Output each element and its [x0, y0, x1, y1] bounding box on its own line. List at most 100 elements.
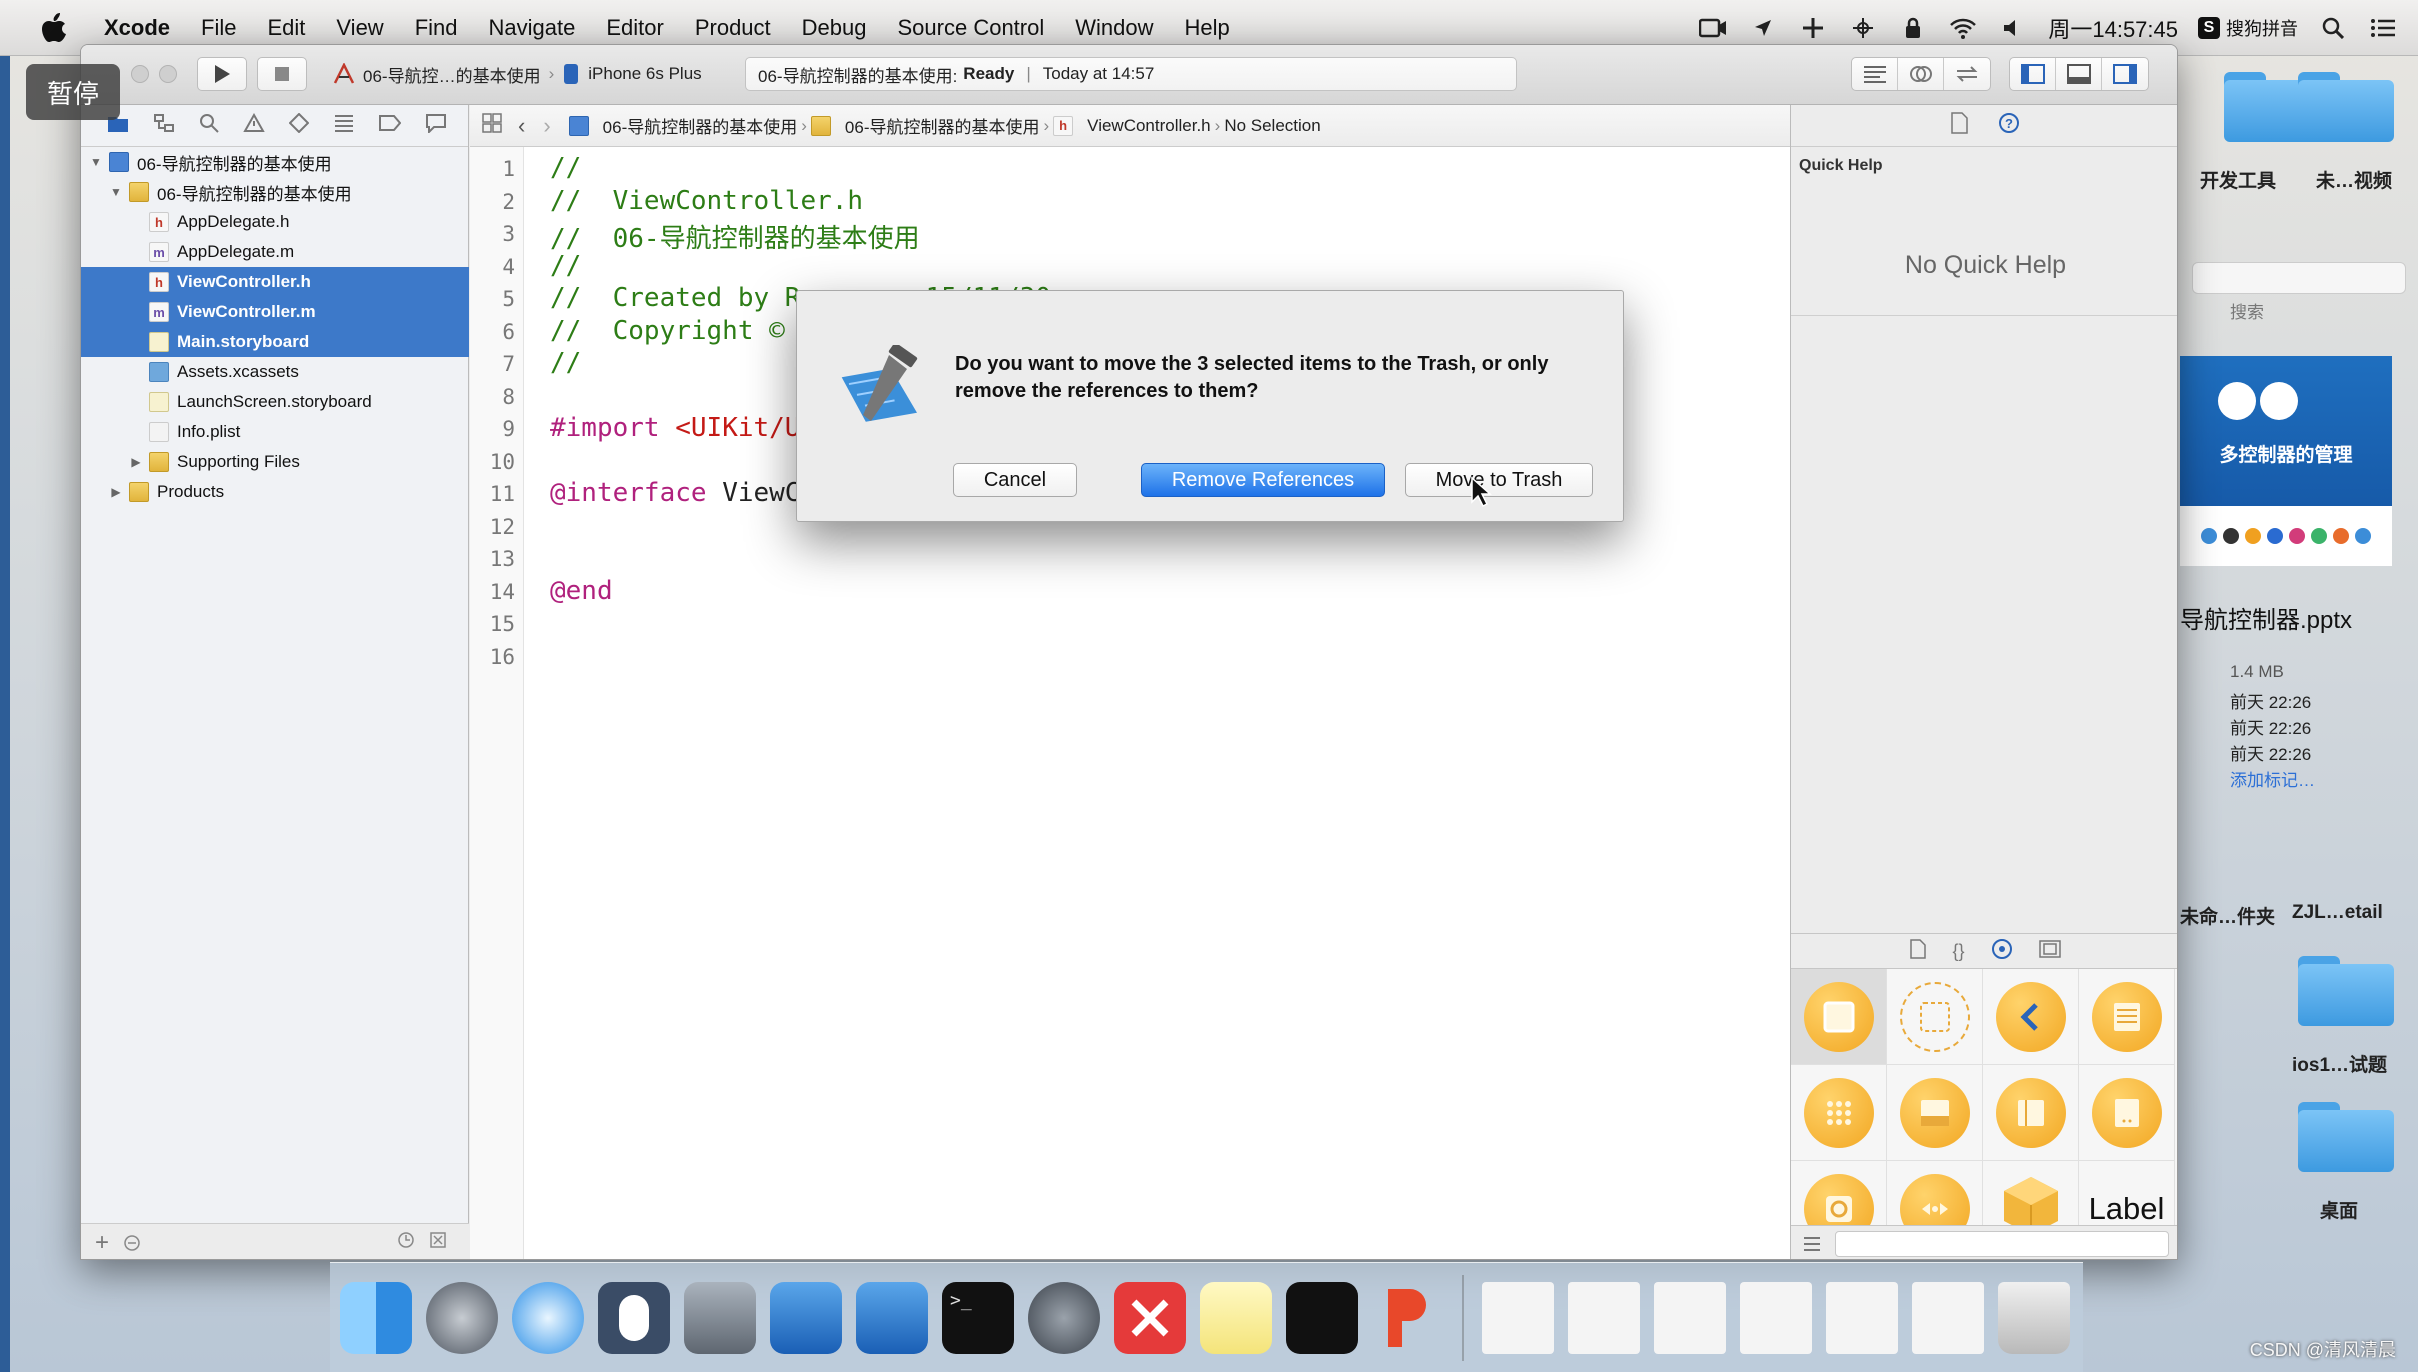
remove-references-button[interactable]: Remove References [1141, 463, 1385, 497]
breakpoint-icon[interactable] [379, 114, 402, 137]
wifi-icon[interactable] [1948, 13, 1978, 43]
desktop-item-video[interactable]: 未…视频 [2316, 166, 2392, 193]
debug-nav-icon[interactable] [333, 113, 355, 138]
version-editor-icon[interactable] [1944, 58, 1990, 90]
library-filter-field[interactable] [1835, 1231, 2169, 1257]
scm-filter-icon[interactable] [429, 1231, 447, 1254]
menu-source-control[interactable]: Source Control [898, 15, 1045, 41]
desktop-item-dev-tools[interactable]: 开发工具 [2200, 166, 2276, 193]
system-preferences-icon[interactable] [1028, 1281, 1100, 1354]
forward-arrow-icon[interactable]: › [543, 113, 550, 139]
menu-window[interactable]: Window [1075, 15, 1153, 41]
library-item-table-view-controller[interactable] [2079, 969, 2175, 1065]
minimized-window-icon[interactable] [1826, 1281, 1898, 1354]
add-tags-link[interactable]: 添加标记… [2230, 766, 2315, 791]
filter-field[interactable] [123, 1231, 383, 1255]
back-arrow-icon[interactable]: ‹ [518, 113, 525, 139]
menu-file[interactable]: File [201, 15, 236, 41]
disclosure-icon[interactable]: ▼ [109, 185, 123, 199]
run-button[interactable] [197, 57, 247, 91]
launchpad-icon[interactable] [426, 1281, 498, 1354]
trash-icon[interactable] [1998, 1281, 2070, 1354]
scheme-selector[interactable]: 06-导航控…的基本使用 › iPhone 6s Plus [333, 57, 702, 91]
tree-row-file[interactable]: m AppDelegate.m [81, 237, 469, 267]
object-library-icon[interactable] [1991, 938, 2013, 965]
library-item-navigation-controller[interactable] [1983, 969, 2079, 1065]
related-items-icon[interactable] [482, 113, 502, 138]
tree-row-file[interactable]: h AppDelegate.h [81, 207, 469, 237]
symbol-nav-icon[interactable] [153, 113, 175, 138]
folder-icon[interactable] [2298, 72, 2394, 142]
tree-row-group[interactable]: ▶ Products [81, 477, 469, 507]
grid-view-icon[interactable] [1803, 1235, 1821, 1258]
menu-xcode[interactable]: Xcode [104, 15, 170, 41]
navigator-toggle-icon[interactable] [2010, 58, 2056, 90]
menu-view[interactable]: View [336, 15, 383, 41]
clock[interactable]: 周一14:57:45 [2048, 12, 2178, 44]
library-item-collection-view-controller[interactable] [1791, 1065, 1887, 1161]
menu-product[interactable]: Product [695, 15, 771, 41]
desktop-item-desktop[interactable]: 桌面 [2320, 1196, 2358, 1223]
volume-icon[interactable] [1998, 13, 2028, 43]
debug-toggle-icon[interactable] [2056, 58, 2102, 90]
close-button[interactable] [131, 65, 149, 83]
add-icon[interactable]: + [95, 1229, 109, 1257]
report-icon[interactable] [425, 113, 447, 138]
menu-edit[interactable]: Edit [267, 15, 305, 41]
instruments-icon[interactable] [856, 1281, 928, 1354]
media-library-icon[interactable] [2038, 939, 2061, 963]
tree-row-group[interactable]: ▶ Supporting Files [81, 447, 469, 477]
xmind-icon[interactable] [1114, 1281, 1186, 1354]
recent-files-icon[interactable] [397, 1231, 415, 1254]
notes-icon[interactable] [1200, 1281, 1272, 1354]
desktop-item-ios-tests[interactable]: ios1…试题 [2292, 1050, 2387, 1077]
cancel-button[interactable]: Cancel [953, 463, 1077, 497]
apple-icon[interactable] [34, 8, 74, 48]
minimized-window-icon[interactable] [1482, 1281, 1554, 1354]
tree-row-group[interactable]: ▼ 06-导航控制器的基本使用 [81, 177, 469, 207]
desktop-item-zjl[interactable]: ZJL…etail [2292, 902, 2383, 924]
disclosure-icon[interactable]: ▶ [109, 485, 123, 499]
notification-center-icon[interactable] [2368, 13, 2398, 43]
minimize-button[interactable] [159, 65, 177, 83]
code-snippet-icon[interactable]: {} [1952, 941, 1964, 962]
breadcrumb-selection[interactable]: No Selection [1224, 116, 1320, 136]
move-to-trash-button[interactable]: Move to Trash [1405, 463, 1593, 497]
minimized-window-icon[interactable] [1740, 1281, 1812, 1354]
library-item-page-view-controller[interactable] [2079, 1065, 2175, 1161]
library-item-view-controller[interactable] [1791, 969, 1887, 1065]
tree-row-project[interactable]: ▼ 06-导航控制器的基本使用 [81, 147, 469, 177]
tree-row-file[interactable]: Assets.xcassets [81, 357, 469, 387]
exec-console-icon[interactable] [1286, 1281, 1358, 1354]
library-item-storyboard-reference[interactable] [1887, 969, 1983, 1065]
minimized-window-icon[interactable] [1568, 1281, 1640, 1354]
menu-debug[interactable]: Debug [802, 15, 867, 41]
spotlight-search-icon[interactable] [2318, 13, 2348, 43]
disclosure-icon[interactable]: ▼ [89, 155, 103, 169]
plus-move-icon[interactable] [1798, 13, 1828, 43]
screen-record-icon[interactable] [1698, 13, 1728, 43]
folder-icon[interactable] [2298, 956, 2394, 1026]
stop-button[interactable] [257, 57, 307, 91]
standard-editor-icon[interactable] [1852, 58, 1898, 90]
mouse-app-icon[interactable] [598, 1281, 670, 1354]
folder-icon[interactable] [2298, 1102, 2394, 1172]
menu-find[interactable]: Find [415, 15, 458, 41]
input-method[interactable]: S 搜狗拼音 [2198, 15, 2298, 41]
minimized-window-icon[interactable] [1654, 1281, 1726, 1354]
terminal-icon[interactable]: >_ [942, 1281, 1014, 1354]
quick-help-icon[interactable]: ? [1998, 112, 2020, 139]
keynote-icon[interactable] [684, 1281, 756, 1354]
tree-row-file-selected[interactable]: m ViewController.m [81, 297, 469, 327]
file-inspector-icon[interactable] [1950, 112, 1968, 139]
utilities-toggle-icon[interactable] [2102, 58, 2148, 90]
powerpoint-icon[interactable] [1372, 1282, 1444, 1354]
disclosure-icon[interactable]: ▶ [129, 455, 143, 469]
location-icon[interactable] [1748, 13, 1778, 43]
menu-editor[interactable]: Editor [606, 15, 663, 41]
desktop-item-folder[interactable]: 未命…件夹 [2180, 902, 2275, 929]
breadcrumb-file[interactable]: h ViewController.h [1053, 115, 1211, 136]
lock-icon[interactable] [1898, 13, 1928, 43]
library-item-split-view-controller[interactable] [1983, 1065, 2079, 1161]
minimized-window-icon[interactable] [1912, 1281, 1984, 1354]
